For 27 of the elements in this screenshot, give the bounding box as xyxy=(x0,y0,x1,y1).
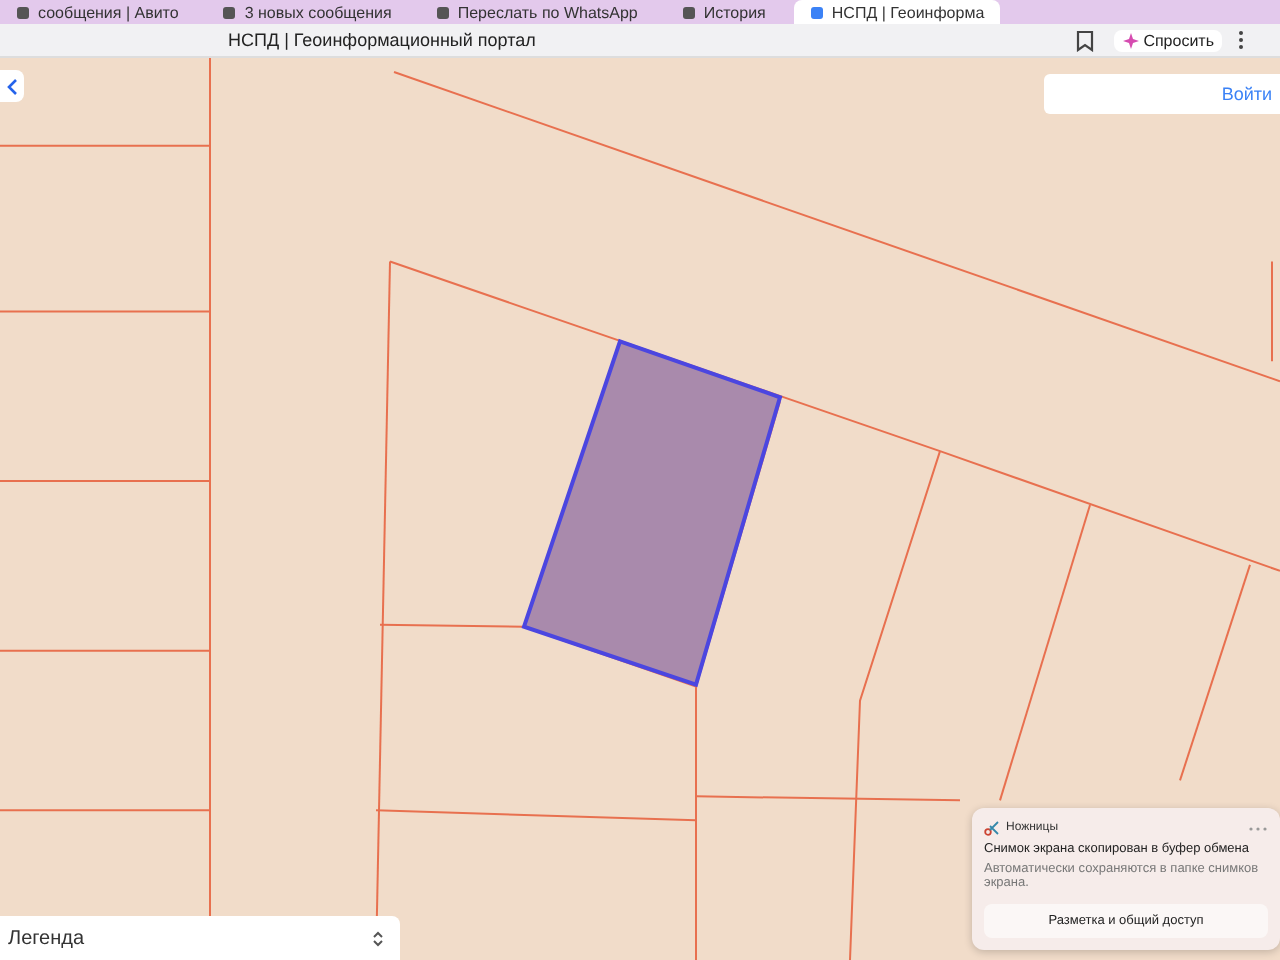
page-icon xyxy=(222,5,237,19)
ask-button[interactable]: Спросить xyxy=(1113,29,1222,51)
browser-tab[interactable]: 3 новых сообщения xyxy=(206,0,408,24)
chevron-updown-icon xyxy=(372,929,384,947)
legend-dropdown[interactable]: Легенда xyxy=(0,916,400,960)
tab-title: 3 новых сообщения xyxy=(244,3,392,21)
back-button[interactable] xyxy=(0,70,24,102)
more-icon[interactable] xyxy=(1238,30,1244,50)
page-title: НСПД | Геоинформационный портал xyxy=(228,30,538,50)
scissors-icon xyxy=(984,820,1000,836)
selected-parcel[interactable] xyxy=(521,338,783,688)
browser-tab[interactable]: Переслать по WhatsApp xyxy=(419,0,654,24)
bookmark-icon[interactable] xyxy=(1075,29,1094,51)
page-icon xyxy=(435,5,450,19)
tab-title: Переслать по WhatsApp xyxy=(457,3,638,21)
chevron-left-icon xyxy=(6,77,18,95)
tab-title: сообщения | Авито xyxy=(38,3,179,21)
page-icon xyxy=(16,5,30,19)
browser-tab[interactable]: сообщения | Авито xyxy=(0,0,195,24)
tab-title: НСПД | Геоинформа xyxy=(831,3,985,21)
tab-title: История xyxy=(703,3,766,21)
login-button[interactable]: Войти xyxy=(1044,74,1280,114)
browser-tab[interactable]: НСПД | Геоинформа xyxy=(793,0,1001,24)
page-icon xyxy=(809,5,824,19)
sparkle-icon xyxy=(1121,31,1140,49)
page-icon xyxy=(681,5,696,19)
browser-tab[interactable]: История xyxy=(665,0,782,24)
